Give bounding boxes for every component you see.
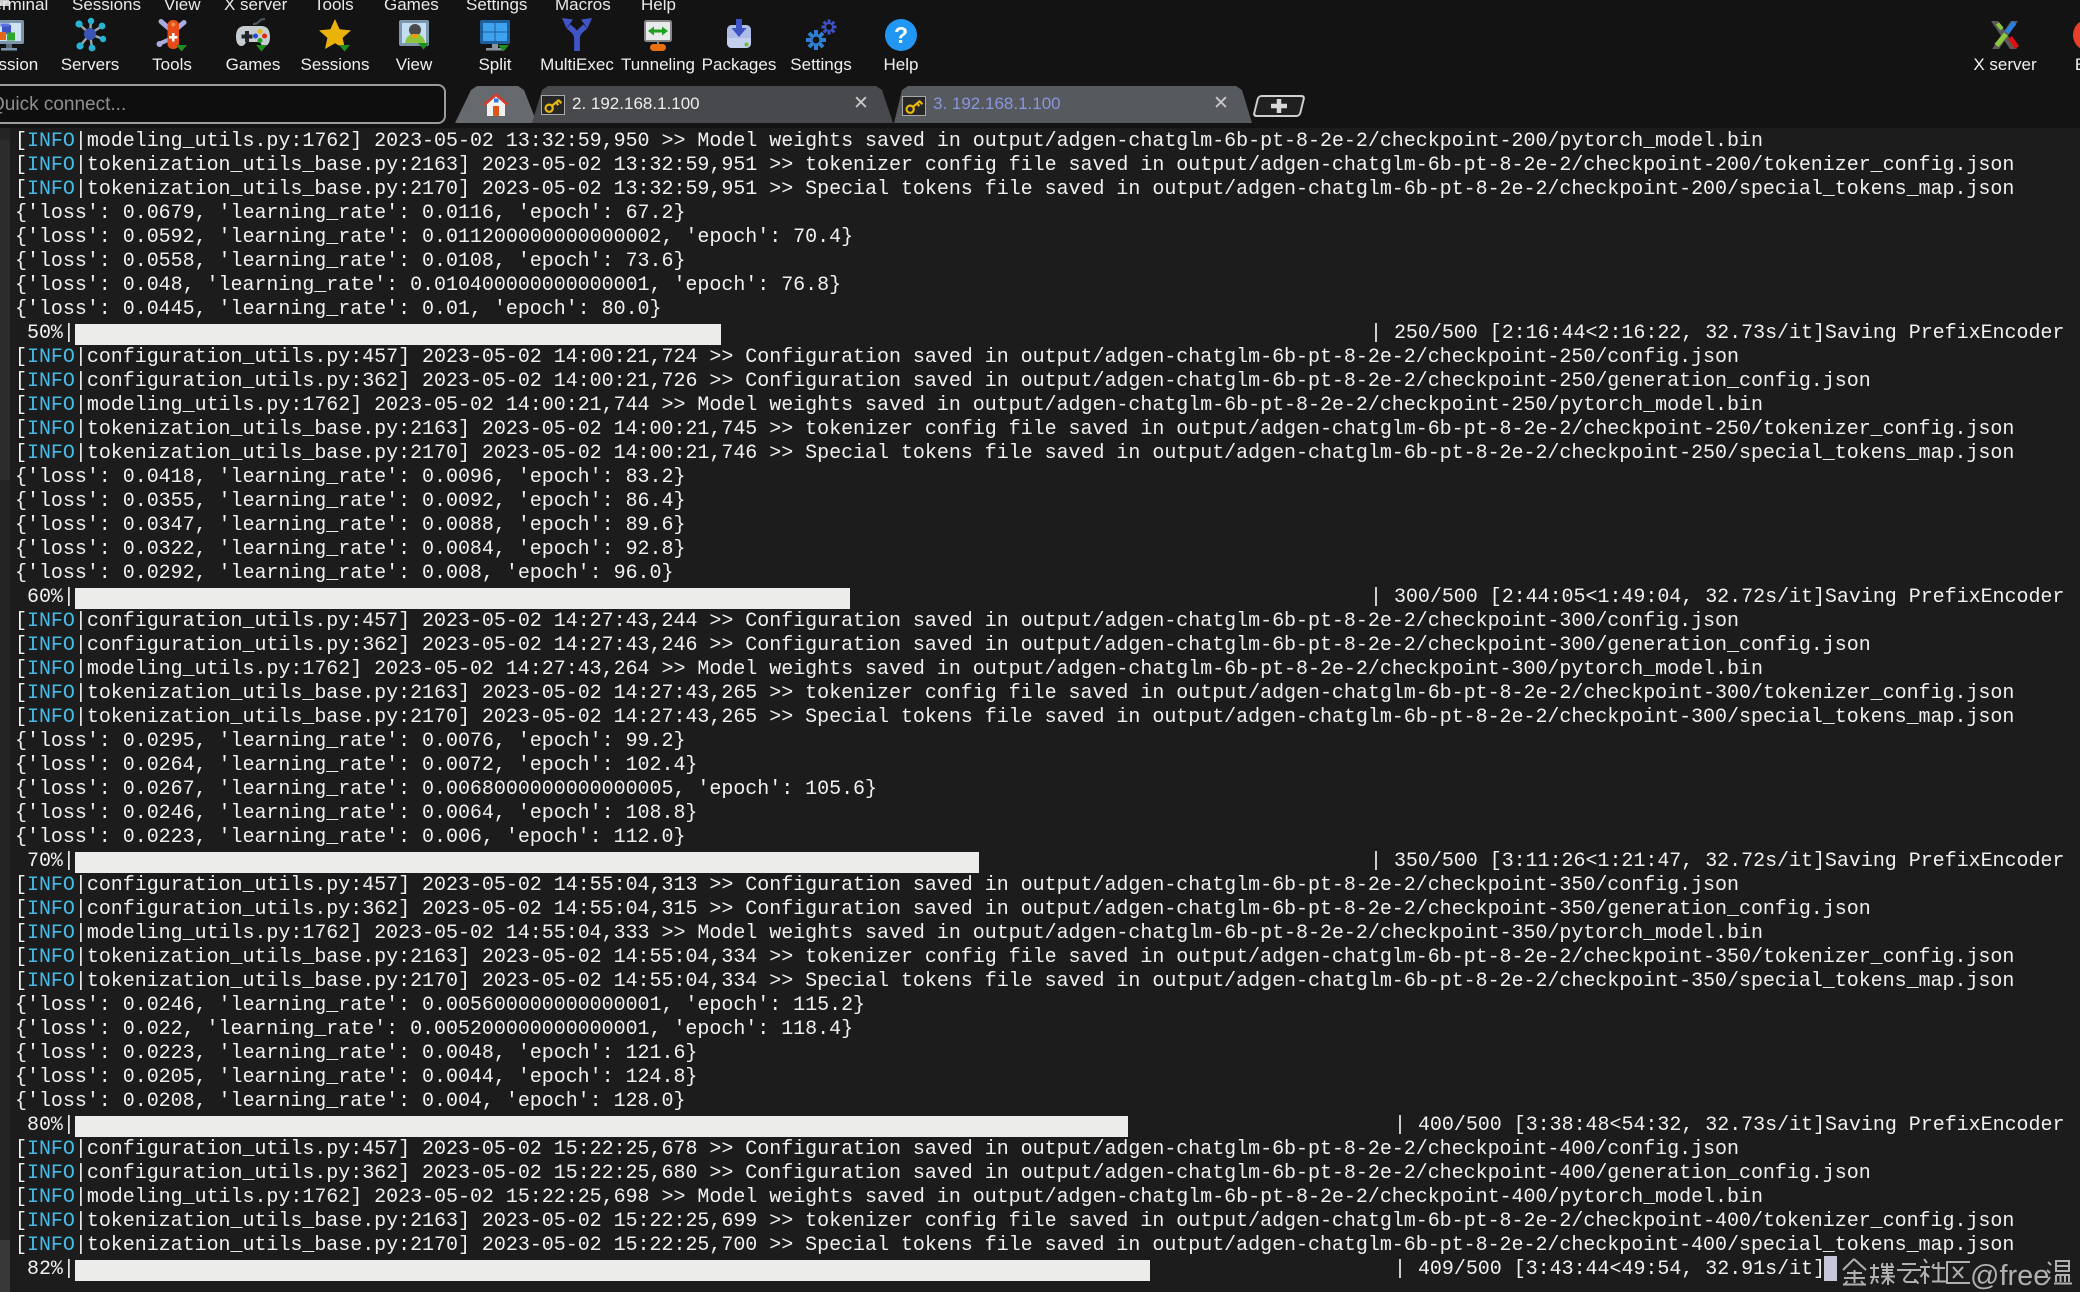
svg-text:@free: @free: [1970, 1260, 2049, 1292]
svg-text:?: ?: [894, 22, 908, 48]
